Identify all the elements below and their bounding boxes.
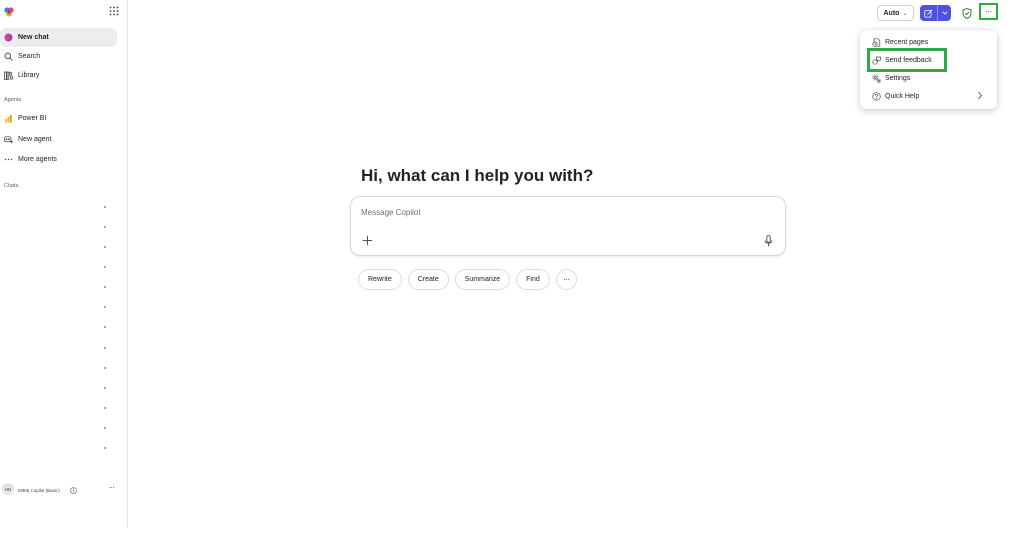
menu-item-recent-pages[interactable]: Recent pages [860, 33, 997, 51]
sidebar-item-search[interactable]: Search [0, 47, 117, 66]
copilot-chat-icon [4, 33, 13, 42]
shield-check-icon[interactable] [962, 8, 972, 19]
compose-icon [924, 9, 933, 17]
chat-item-placeholder[interactable] [104, 347, 106, 349]
suggestion-chips: Rewrite Create Summarize Find ··· [358, 269, 583, 291]
library-icon [4, 71, 13, 80]
recent-pages-icon [872, 37, 881, 47]
microphone-icon[interactable] [764, 235, 773, 247]
sidebar-item-label: Power BI [18, 115, 47, 122]
chat-item-placeholder[interactable] [104, 286, 106, 288]
sidebar-item-new-chat[interactable]: New chat [0, 28, 117, 47]
compose-button[interactable] [920, 5, 938, 21]
chat-item-placeholder[interactable] [104, 367, 106, 369]
chip-find[interactable]: Find [516, 269, 550, 290]
chat-item-placeholder[interactable] [104, 447, 106, 449]
sidebar: New chat Search Library Agents Power BI [0, 0, 128, 528]
model-selector-button[interactable]: Auto ⌄ [877, 5, 914, 21]
app-launcher-icon[interactable] [109, 6, 119, 16]
sidebar-item-more-agents[interactable]: More agents [0, 150, 117, 169]
more-options-button[interactable]: ··· [979, 3, 998, 20]
more-options-menu: Recent pages Send feedback Settings Quic… [860, 30, 997, 109]
chevron-down-icon: ⌄ [902, 10, 908, 17]
menu-item-label: Send feedback [885, 56, 932, 64]
agents-section-label: Agents [4, 97, 22, 103]
chat-item-placeholder[interactable] [104, 427, 106, 429]
menu-item-send-feedback[interactable]: Send feedback [860, 51, 997, 69]
new-chat-split-button [920, 5, 951, 21]
sidebar-item-label: Library [18, 72, 40, 79]
chat-item-placeholder[interactable] [104, 226, 106, 228]
info-icon[interactable] [70, 487, 77, 494]
chip-create[interactable]: Create [407, 269, 449, 290]
copilot-app: New chat Search Library Agents Power BI [0, 0, 1024, 536]
model-selector-label: Auto [883, 9, 900, 17]
help-icon [872, 91, 881, 101]
chat-item-placeholder[interactable] [104, 387, 106, 389]
sidebar-item-power-bi[interactable]: Power BI [0, 109, 117, 128]
menu-item-label: Settings [885, 74, 911, 82]
menu-item-settings[interactable]: Settings [860, 69, 997, 87]
menu-item-label: Quick Help [885, 92, 920, 100]
user-profile[interactable]: HN M365 Copilot (Basic) ··· [0, 482, 128, 500]
settings-icon [872, 73, 881, 83]
message-composer [350, 196, 786, 256]
power-bi-icon [4, 114, 13, 123]
sidebar-item-label: More agents [18, 156, 57, 163]
compose-dropdown-button[interactable] [938, 5, 951, 21]
sidebar-item-label: New chat [18, 34, 49, 41]
avatar[interactable]: HN [2, 483, 14, 495]
chat-item-placeholder[interactable] [104, 246, 106, 248]
chip-summarize[interactable]: Summarize [454, 269, 511, 290]
search-icon [4, 52, 13, 61]
page-title: Hi, what can I help you with? [361, 166, 594, 185]
sidebar-item-new-agent[interactable]: New agent [0, 130, 117, 149]
chip-more-button[interactable]: ··· [555, 269, 577, 290]
menu-item-label: Recent pages [885, 38, 929, 46]
more-horizontal-icon [4, 155, 13, 164]
sidebar-item-label: New agent [18, 136, 52, 143]
sidebar-item-library[interactable]: Library [0, 66, 117, 85]
chats-section-label: Chats [4, 183, 19, 189]
menu-item-quick-help[interactable]: Quick Help [860, 87, 997, 105]
chevron-down-icon [942, 11, 947, 15]
chevron-right-icon [978, 91, 983, 100]
copilot-logo-icon[interactable] [4, 7, 14, 17]
user-more-button[interactable]: ··· [108, 483, 115, 492]
message-input[interactable] [361, 204, 761, 220]
feedback-icon [872, 56, 881, 65]
more-horizontal-icon: ··· [985, 7, 992, 16]
chat-item-placeholder[interactable] [104, 206, 106, 208]
sidebar-header [0, 0, 128, 26]
sidebar-item-label: Search [18, 53, 41, 60]
chat-item-placeholder[interactable] [104, 306, 106, 308]
chat-item-placeholder[interactable] [104, 266, 106, 268]
user-plan-label: M365 Copilot (Basic) [18, 488, 60, 493]
chat-item-placeholder[interactable] [104, 326, 106, 328]
new-agent-icon [4, 135, 13, 144]
add-attachment-icon[interactable] [362, 235, 373, 246]
chip-rewrite[interactable]: Rewrite [358, 269, 402, 290]
chat-item-placeholder[interactable] [104, 407, 106, 409]
